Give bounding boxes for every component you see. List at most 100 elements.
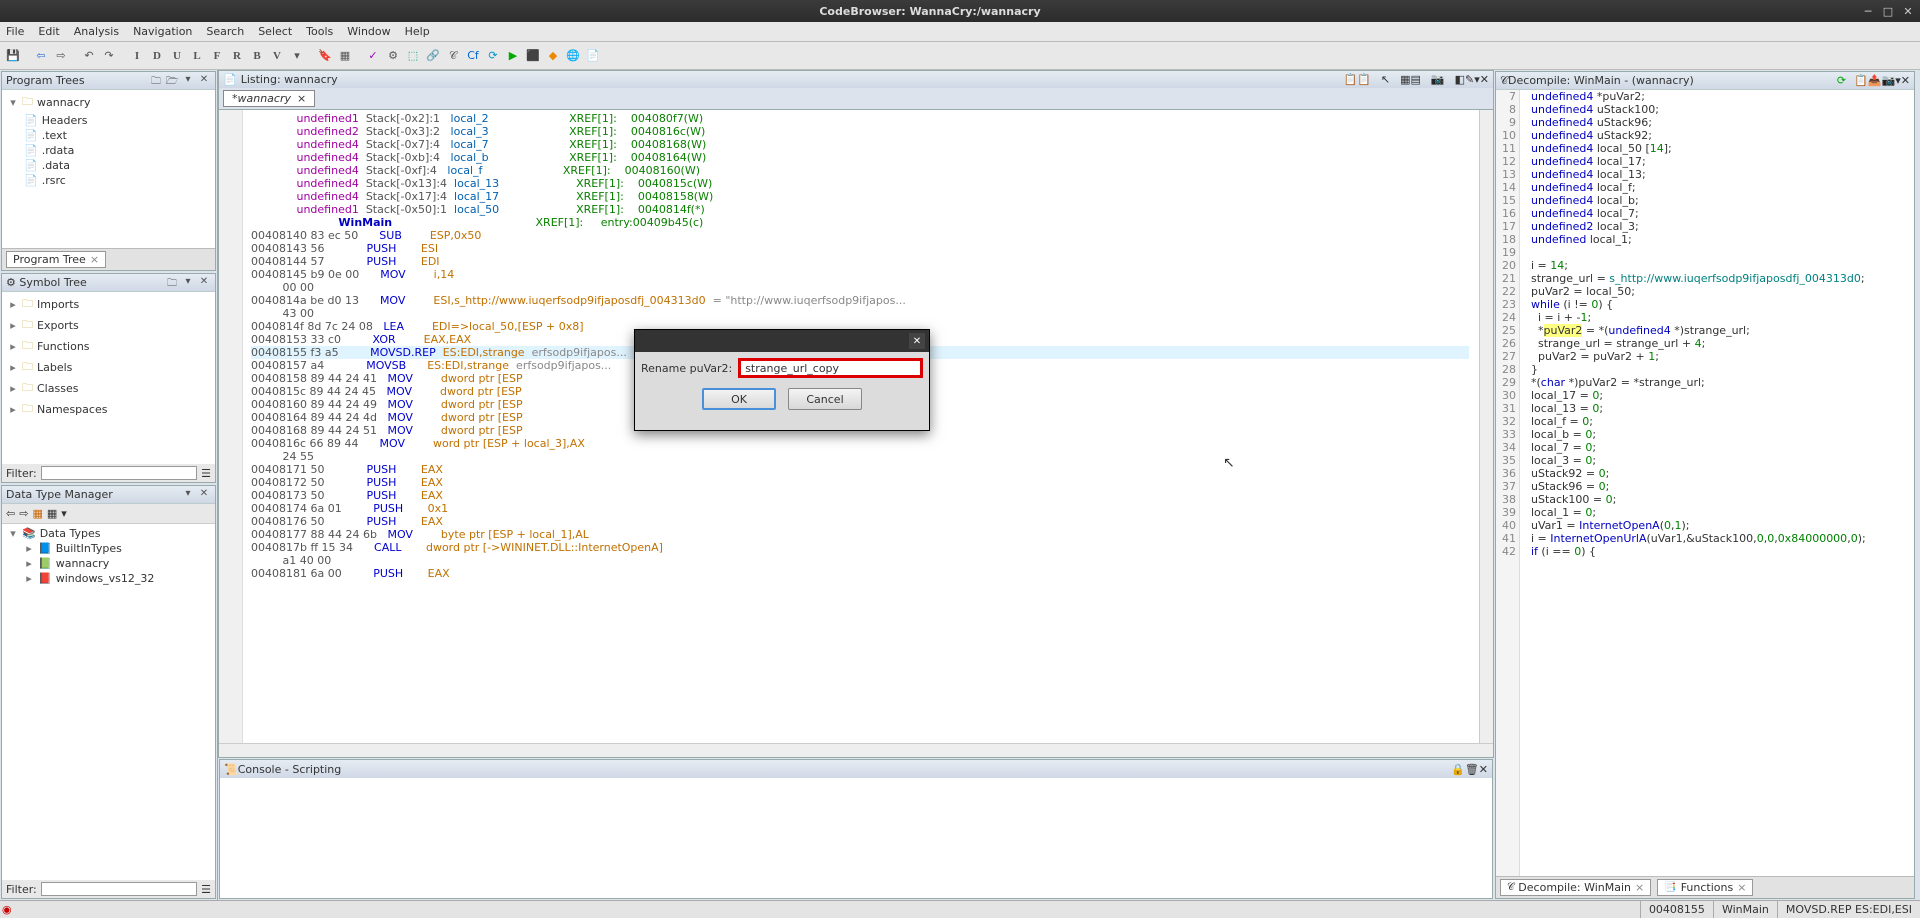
close-tab-icon[interactable]: × bbox=[1635, 881, 1644, 894]
tool-i-icon[interactable]: I bbox=[128, 47, 146, 65]
snapshot-icon[interactable]: 📷 bbox=[1431, 73, 1445, 86]
doc-icon[interactable]: 📄 bbox=[584, 47, 602, 65]
tree-item[interactable]: ▸🗀Exports bbox=[6, 315, 211, 336]
panel-action-icon[interactable]: 🗀 bbox=[165, 276, 179, 290]
cursor-icon[interactable]: ↖ bbox=[1381, 73, 1390, 86]
filter-icon[interactable]: ▦ bbox=[336, 47, 354, 65]
dropdown-icon[interactable]: ▾ bbox=[288, 47, 306, 65]
close-panel-icon[interactable]: ✕ bbox=[197, 488, 211, 502]
maximize-icon[interactable]: □ bbox=[1880, 3, 1896, 19]
chain-icon[interactable]: 🔗 bbox=[424, 47, 442, 65]
minimize-icon[interactable]: ─ bbox=[1860, 3, 1876, 19]
chevron-down-icon[interactable]: ▾ bbox=[181, 488, 195, 502]
dialog-titlebar[interactable]: Rename Local Variable ✕ bbox=[635, 330, 929, 352]
toggle-icon[interactable]: ▦ bbox=[47, 507, 57, 520]
tree-root[interactable]: ▾📚 Data Types bbox=[6, 526, 211, 541]
diamond-icon[interactable]: ◆ bbox=[544, 47, 562, 65]
filter-settings-icon[interactable]: ☰ bbox=[201, 883, 211, 896]
forward-icon[interactable]: ⇨ bbox=[52, 47, 70, 65]
edit-icon[interactable]: ✎ bbox=[1465, 73, 1474, 86]
tool-r-icon[interactable]: R bbox=[228, 47, 246, 65]
paste-icon[interactable]: 📋 bbox=[1357, 73, 1371, 86]
stop-icon[interactable]: ⬛ bbox=[524, 47, 542, 65]
panel-action-icon[interactable]: 🗀 bbox=[149, 74, 163, 88]
tool-v-icon[interactable]: V bbox=[268, 47, 286, 65]
gear-icon[interactable]: ⚙ bbox=[384, 47, 402, 65]
menu-window[interactable]: Window bbox=[347, 25, 390, 38]
listing-view[interactable]: undefined1 Stack[-0x2]:1 local_2 XREF[1]… bbox=[218, 110, 1494, 758]
menu-search[interactable]: Search bbox=[206, 25, 244, 38]
tree-item[interactable]: ▸📘 BuiltInTypes bbox=[6, 541, 211, 556]
decompile-view[interactable]: 7 8 9 10 11 12 13 14 15 16 17 18 19 20 2… bbox=[1496, 90, 1914, 876]
play-icon[interactable]: ▶ bbox=[504, 47, 522, 65]
tree-item[interactable]: 📄 .text bbox=[6, 128, 211, 143]
datatype-filter-input[interactable] bbox=[41, 882, 197, 896]
program-tree-tab[interactable]: Program Tree× bbox=[6, 251, 106, 268]
close-panel-icon[interactable]: ✕ bbox=[197, 74, 211, 88]
tree-item[interactable]: 📄 Headers bbox=[6, 113, 211, 128]
tree-item[interactable]: ▸🗀Functions bbox=[6, 336, 211, 357]
menu-file[interactable]: File bbox=[6, 25, 24, 38]
check-icon[interactable]: ✓ bbox=[364, 47, 382, 65]
menu-icon[interactable]: ▾ bbox=[61, 507, 67, 520]
code-icon[interactable]: 𝒞 bbox=[444, 47, 462, 65]
close-panel-icon[interactable]: ✕ bbox=[1901, 74, 1910, 87]
close-tab-icon[interactable]: × bbox=[1737, 881, 1746, 894]
ok-button[interactable]: OK bbox=[702, 388, 776, 410]
tool-d-icon[interactable]: D bbox=[148, 47, 166, 65]
menu-tools[interactable]: Tools bbox=[306, 25, 333, 38]
bookmark-icon[interactable]: 🔖 bbox=[316, 47, 334, 65]
close-icon[interactable]: ✕ bbox=[1900, 3, 1916, 19]
symbol-filter-input[interactable] bbox=[41, 466, 197, 480]
copy-icon[interactable]: 📋 bbox=[1854, 74, 1868, 87]
close-panel-icon[interactable]: ✕ bbox=[1479, 763, 1488, 776]
snapshot-icon[interactable]: 📷 bbox=[1882, 74, 1896, 87]
functions-tab[interactable]: 📑 Functions× bbox=[1657, 879, 1753, 896]
diff-icon[interactable]: ◧ bbox=[1455, 73, 1465, 86]
tree-item[interactable]: ▸🗀Imports bbox=[6, 294, 211, 315]
tree-item[interactable]: 📄 .rsrc bbox=[6, 173, 211, 188]
decompile-tab[interactable]: 𝒞 Decompile: WinMain× bbox=[1500, 879, 1651, 896]
close-panel-icon[interactable]: ✕ bbox=[1480, 73, 1489, 86]
dialog-close-icon[interactable]: ✕ bbox=[909, 333, 925, 349]
menu-analysis[interactable]: Analysis bbox=[74, 25, 119, 38]
cf-icon[interactable]: Cf bbox=[464, 47, 482, 65]
menu-help[interactable]: Help bbox=[405, 25, 430, 38]
filter-icon[interactable]: ▦ bbox=[32, 507, 42, 520]
chevron-down-icon[interactable]: ▾ bbox=[181, 74, 195, 88]
menu-edit[interactable]: Edit bbox=[38, 25, 59, 38]
cancel-button[interactable]: Cancel bbox=[788, 388, 862, 410]
close-panel-icon[interactable]: ✕ bbox=[197, 276, 211, 290]
tree-item[interactable]: ▸🗀Labels bbox=[6, 357, 211, 378]
tool-b-icon[interactable]: B bbox=[248, 47, 266, 65]
close-tab-icon[interactable]: × bbox=[90, 253, 99, 266]
tool-l-icon[interactable]: L bbox=[188, 47, 206, 65]
hex-icon[interactable]: ▦ bbox=[1400, 73, 1410, 86]
copy-icon[interactable]: 📋 bbox=[1343, 73, 1357, 86]
undo-icon[interactable]: ↶ bbox=[80, 47, 98, 65]
console-body[interactable] bbox=[220, 778, 1492, 898]
rename-input[interactable] bbox=[738, 358, 923, 378]
menu-navigation[interactable]: Navigation bbox=[133, 25, 192, 38]
tree-root[interactable]: ▾🗀wannacry bbox=[6, 92, 211, 113]
listing-file-tab[interactable]: *wannacry× bbox=[223, 90, 315, 107]
menu-select[interactable]: Select bbox=[258, 25, 292, 38]
vertical-scrollbar[interactable] bbox=[1479, 110, 1493, 743]
save-icon[interactable]: 💾 bbox=[4, 47, 22, 65]
lock-icon[interactable]: 🔒 bbox=[1451, 763, 1465, 776]
bytes-icon[interactable]: ▤ bbox=[1411, 73, 1421, 86]
close-tab-icon[interactable]: × bbox=[297, 92, 306, 105]
globe-icon[interactable]: 🌐 bbox=[564, 47, 582, 65]
filter-settings-icon[interactable]: ☰ bbox=[201, 467, 211, 480]
tree-item[interactable]: 📄 .rdata bbox=[6, 143, 211, 158]
redo-icon[interactable]: ↷ bbox=[100, 47, 118, 65]
tree-item[interactable]: ▸📕 windows_vs12_32 bbox=[6, 571, 211, 586]
graph-icon[interactable]: ⬚ bbox=[404, 47, 422, 65]
refresh-icon[interactable]: ⟳ bbox=[1837, 74, 1846, 87]
clear-icon[interactable]: 🗑 bbox=[1465, 763, 1479, 776]
tree-item[interactable]: 📄 .data bbox=[6, 158, 211, 173]
panel-action-icon[interactable]: 🗁 bbox=[165, 74, 179, 88]
tree-item[interactable]: ▸🗀Namespaces bbox=[6, 399, 211, 420]
tree-item[interactable]: ▸📗 wannacry bbox=[6, 556, 211, 571]
chevron-down-icon[interactable]: ▾ bbox=[181, 276, 195, 290]
